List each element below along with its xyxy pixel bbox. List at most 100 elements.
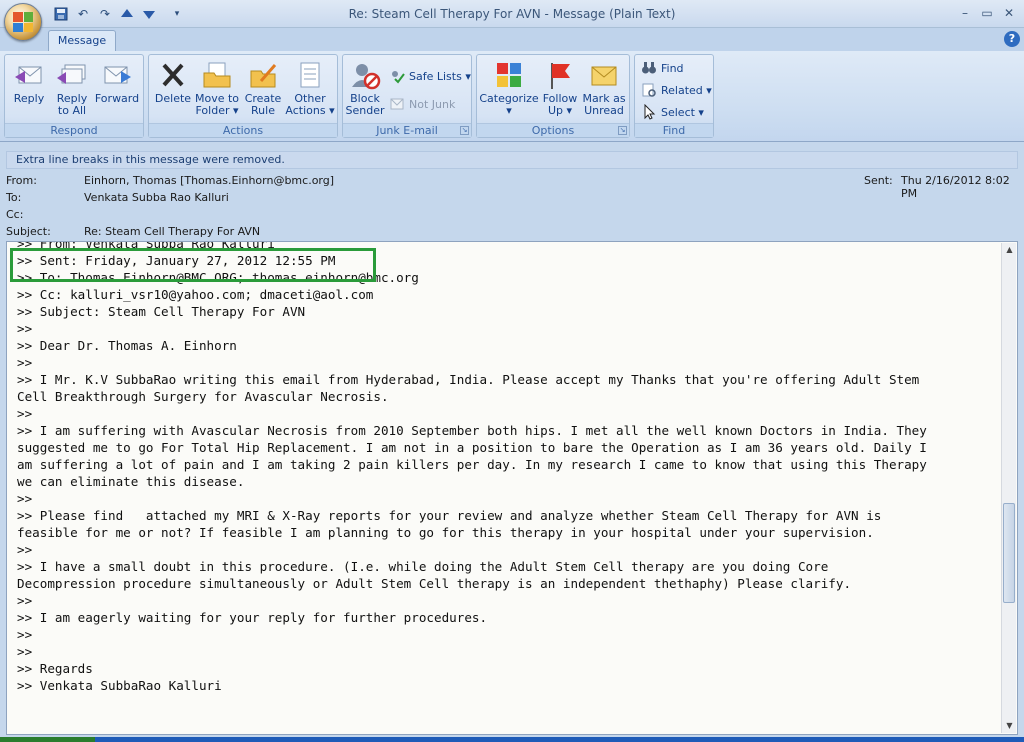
find-label: Find <box>661 61 684 75</box>
title-bar: ↶ ↷ ▾ Re: Steam Cell Therapy For AVN - M… <box>0 0 1024 28</box>
safe-lists-label: Safe Lists ▾ <box>409 69 471 83</box>
message-body[interactable]: >> From: Venkata Subba Rao Kalluri >> Sen… <box>6 241 1018 735</box>
from-label: From: <box>6 174 37 187</box>
respond-group-label: Respond <box>5 123 143 137</box>
body-line: >> Venkata SubbaRao Kalluri <box>17 678 222 693</box>
reply-all-button[interactable]: Reply to All <box>51 59 93 121</box>
safe-lists-icon <box>392 71 405 84</box>
categorize-button[interactable]: Categorize ▾ <box>479 59 539 121</box>
minimize-button[interactable]: – <box>954 4 976 22</box>
body-line: >> <box>17 593 33 608</box>
body-line: Decompression procedure simultaneously o… <box>17 576 852 591</box>
reply-all-icon <box>57 64 86 84</box>
other-actions-button[interactable]: Other Actions ▾ <box>285 59 335 121</box>
reply-button[interactable]: Reply <box>9 59 49 121</box>
body-line: >> Subject: Steam Cell Therapy For AVN <box>17 304 306 319</box>
create-rule-button[interactable]: Create Rule <box>241 59 285 121</box>
find-group-label: Find <box>635 123 713 137</box>
window-title: Re: Steam Cell Therapy For AVN - Message… <box>348 7 676 21</box>
cursor-arrow-icon <box>644 104 656 120</box>
body-line: >> Please find attached my MRI & X-Ray r… <box>17 508 882 523</box>
junk-email-launcher-icon[interactable]: ↘ <box>460 126 469 135</box>
related-button[interactable]: Related ▾ <box>641 81 712 99</box>
from-value[interactable]: Einhorn, Thomas [Thomas.Einhorn@bmc.org] <box>84 174 334 187</box>
to-value[interactable]: Venkata Subba Rao Kalluri <box>84 191 229 204</box>
body-line: >> <box>17 491 33 506</box>
create-rule-label-2: Rule <box>251 104 275 117</box>
forward-label: Forward <box>94 92 140 105</box>
delete-icon <box>162 63 184 87</box>
follow-up-flag-icon <box>551 63 570 89</box>
delete-label: Delete <box>154 92 192 105</box>
reply-label: Reply <box>13 92 45 105</box>
forward-button[interactable]: Forward <box>93 59 141 121</box>
body-line: >> Dear Dr. Thomas A. Einhorn <box>17 338 237 353</box>
actions-group: Delete Move to Folder ▾ Create Rule Othe… <box>148 54 338 138</box>
tab-message[interactable]: Message <box>48 30 116 52</box>
categorize-label-2: ▾ <box>506 104 512 117</box>
block-sender-label-2: Sender <box>345 104 385 117</box>
follow-up-label-2: Up ▾ <box>547 104 573 117</box>
message-body-text[interactable]: >> From: Venkata Subba Rao Kalluri >> Sen… <box>17 242 992 694</box>
scroll-thumb[interactable] <box>1003 503 1015 603</box>
scroll-down-icon[interactable]: ▼ <box>1002 719 1017 733</box>
body-line: >> <box>17 627 33 642</box>
vertical-scrollbar[interactable]: ▲ ▼ <box>1001 243 1016 733</box>
options-launcher-icon[interactable]: ↘ <box>618 126 627 135</box>
body-line: >> I Mr. K.V SubbaRao writing this email… <box>17 372 920 387</box>
info-bar[interactable]: Extra line breaks in this message were r… <box>6 151 1018 169</box>
delete-button[interactable]: Delete <box>153 59 193 121</box>
body-line: >> Regards <box>17 661 93 676</box>
body-line: feasible for me or not? If feasible I am… <box>17 525 874 540</box>
scroll-up-icon[interactable]: ▲ <box>1002 243 1017 257</box>
sent-value: Thu 2/16/2012 8:02 PM <box>901 174 1010 200</box>
cc-label: Cc: <box>6 208 24 221</box>
body-line: we can eliminate this disease. <box>17 474 245 489</box>
body-line: >> <box>17 321 33 336</box>
find-button[interactable]: Find <box>641 59 684 77</box>
categorize-icon <box>497 63 521 87</box>
forward-icon <box>104 66 131 84</box>
body-line: >> I am suffering with Avascular Necrosi… <box>17 423 927 438</box>
move-to-folder-label-2: Folder ▾ <box>195 104 239 117</box>
subject-value: Re: Steam Cell Therapy For AVN <box>84 225 261 238</box>
move-to-folder-icon <box>203 62 231 88</box>
follow-up-button[interactable]: Follow Up ▾ <box>539 59 581 121</box>
maximize-button[interactable]: ▭ <box>976 4 998 22</box>
message-header: From: Einhorn, Thomas [Thomas.Einhorn@bm… <box>0 170 1024 240</box>
body-line: >> I am eagerly waiting for your reply f… <box>17 610 488 625</box>
ribbon: Reply Reply to All Forward Respond Delet… <box>0 51 1024 142</box>
options-group: Categorize ▾ Follow Up ▾ Mark as Unread … <box>476 54 630 138</box>
body-line: >> Cc: kalluri_vsr10@yahoo.com; dmaceti@… <box>17 287 374 302</box>
other-actions-label-2: Actions ▾ <box>285 104 335 117</box>
mark-as-unread-label-2: Unread <box>584 104 624 117</box>
not-junk-button: Not Junk <box>389 95 455 113</box>
options-group-label: Options <box>477 123 629 137</box>
block-sender-button[interactable]: Block Sender <box>345 59 385 121</box>
safe-lists-button[interactable]: Safe Lists ▾ <box>389 67 471 85</box>
to-label: To: <box>6 191 22 204</box>
close-button[interactable]: ✕ <box>998 4 1020 22</box>
actions-group-label: Actions <box>149 123 337 137</box>
mark-as-unread-button[interactable]: Mark as Unread <box>581 59 627 121</box>
select-label: Select ▾ <box>661 105 704 119</box>
office-button[interactable] <box>4 3 42 41</box>
body-line: >> I have a small doubt in this procedur… <box>17 559 829 574</box>
body-line: >> <box>17 355 33 370</box>
subject-label: Subject: <box>6 225 51 238</box>
find-group: Find Related ▾ Select ▾ Find <box>634 54 714 138</box>
junk-email-group-label: Junk E-mail <box>343 123 471 137</box>
block-sender-icon <box>352 64 381 90</box>
help-icon[interactable]: ? <box>1004 31 1020 47</box>
respond-group: Reply Reply to All Forward Respond <box>4 54 144 138</box>
binoculars-icon <box>642 62 656 74</box>
body-line: am suffering a lot of pain and I am taki… <box>17 457 927 472</box>
body-line: >> <box>17 542 33 557</box>
create-rule-icon <box>250 64 277 88</box>
body-line: >> <box>17 406 33 421</box>
related-label: Related ▾ <box>661 83 712 97</box>
sent-label: Sent: <box>864 174 893 187</box>
move-to-folder-button[interactable]: Move to Folder ▾ <box>193 59 241 121</box>
junk-email-group: Block Sender Safe Lists ▾ Not Junk Junk … <box>342 54 472 138</box>
select-button[interactable]: Select ▾ <box>641 103 704 121</box>
